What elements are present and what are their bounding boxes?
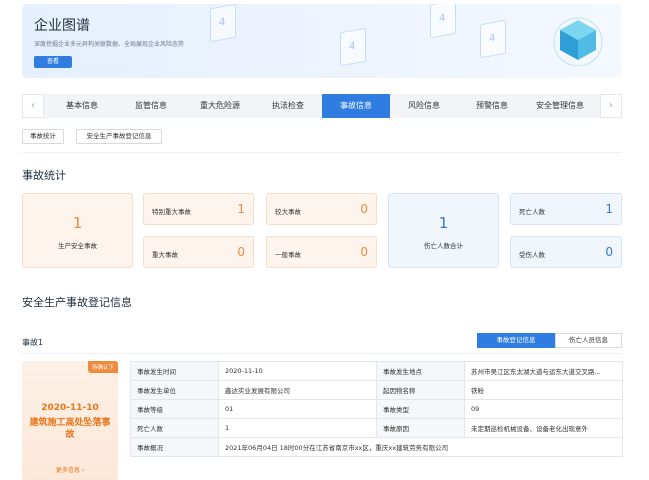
total-casualties-value: 1: [438, 214, 449, 232]
tab-prev-arrow-icon[interactable]: ‹: [22, 94, 44, 118]
stat-label: 重大事故: [152, 251, 178, 259]
stat-value: 0: [360, 202, 368, 216]
tab-major-hazard[interactable]: 重大危险源: [186, 94, 254, 118]
subtab-accident-stats[interactable]: 事故统计: [22, 129, 64, 144]
registry-section-title: 安全生产事故登记信息: [22, 296, 132, 309]
stat-label: 受伤人数: [519, 251, 545, 259]
table-value: 铁粉: [464, 380, 623, 400]
stat-value: 1: [605, 202, 613, 216]
accident-date: 2020-11-10: [41, 403, 99, 413]
table-row: 事故发生单位 鑫达实业发展有限公司 起因物名称 铁粉: [130, 380, 623, 400]
total-casualties-label: 伤亡人数合计: [424, 242, 463, 250]
stat-card-total-casualties: 1 伤亡人数合计: [388, 193, 499, 268]
divider: [22, 353, 622, 354]
stat-card-general: 一般事故 0: [266, 236, 377, 268]
table-value: 01: [218, 399, 377, 419]
table-key: 事故等级: [130, 399, 219, 419]
accident-name: 建筑施工高处坠落事故: [29, 418, 111, 440]
table-key: 事故发生时间: [130, 361, 219, 381]
table-value: 未定期巡检机械设备、设备老化出现意外: [464, 418, 623, 438]
decorative-card-icon: 4: [340, 27, 366, 67]
table-key: 事故类型: [376, 399, 465, 419]
table-key: 事故发生地点: [376, 361, 465, 381]
stat-label: 一般事故: [275, 251, 301, 259]
total-accidents-value: 1: [72, 214, 83, 232]
table-key: 起因物名称: [376, 380, 465, 400]
tab-next-arrow-icon[interactable]: ›: [600, 94, 622, 118]
toggle-accident-registry[interactable]: 事故登记信息: [477, 333, 555, 348]
tab-basic-info[interactable]: 基本信息: [48, 94, 116, 118]
banner-view-button[interactable]: 查看: [34, 56, 72, 68]
table-key: 事故原因: [376, 418, 465, 438]
more-info-link[interactable]: 更多信息 ›: [22, 465, 118, 474]
banner: 企业图谱 深度挖掘企业多元异构关联数据、全局展现企业风险态势 查看 4 4 4 …: [22, 4, 622, 78]
table-value: 2020-11-10: [218, 361, 377, 381]
tab-risk-info[interactable]: 风险信息: [390, 94, 458, 118]
stat-value: 0: [605, 245, 613, 259]
status-badge: 待确认下: [87, 361, 118, 373]
table-row: 事故概况 2021年06月04日 18时00分在江苏省南京市xx区，重庆xx建筑…: [130, 437, 623, 457]
stat-card-larger: 较大事故 0: [266, 193, 377, 225]
stat-card-injuries: 受伤人数 0: [510, 236, 622, 268]
banner-title: 企业图谱: [34, 18, 90, 34]
divider: [22, 152, 622, 153]
stats-section-title: 事故统计: [22, 169, 66, 182]
accident-detail-table: 事故发生时间 2020-11-10 事故发生地点 苏州市吴江区东太湖大道与运东大…: [130, 361, 623, 457]
table-value: 2021年06月04日 18时00分在江苏省南京市xx区，重庆xx建筑劳务有限公…: [218, 437, 623, 457]
tab-warning-info[interactable]: 预警信息: [458, 94, 526, 118]
stat-label: 死亡人数: [519, 208, 545, 216]
stat-card-deaths: 死亡人数 1: [510, 193, 622, 225]
toggle-casualty-info[interactable]: 伤亡人员信息: [555, 333, 622, 348]
tab-enforcement[interactable]: 执法检查: [254, 94, 322, 118]
decorative-card-icon: 4: [480, 19, 506, 59]
table-value: 09: [464, 399, 623, 419]
stat-label: 较大事故: [275, 208, 301, 216]
total-accidents-label: 生产安全事故: [58, 242, 97, 250]
table-value: 1: [218, 418, 377, 438]
table-key: 事故发生单位: [130, 380, 219, 400]
table-value: 苏州市吴江区东太湖大道与运东大道交叉路...: [464, 361, 623, 381]
decorative-card-icon: 4: [430, 4, 456, 39]
stat-label: 特别重大事故: [152, 208, 191, 216]
table-key: 事故概况: [130, 437, 219, 457]
cube-icon: [553, 17, 603, 66]
stat-card-major: 重大事故 0: [143, 236, 254, 268]
tab-bar: ‹ 基本信息 监管信息 重大危险源 执法检查 事故信息 风险信息 预警信息 安全…: [22, 94, 622, 118]
table-row: 事故等级 01 事故类型 09: [130, 399, 623, 419]
accident-summary-card: 待确认下 2020-11-10 建筑施工高处坠落事故 更多信息 ›: [22, 361, 118, 480]
tab-accident-info[interactable]: 事故信息: [322, 94, 390, 118]
stat-card-total-accidents: 1 生产安全事故: [22, 193, 133, 268]
accident-label: 事故1: [22, 338, 44, 347]
table-row: 事故发生时间 2020-11-10 事故发生地点 苏州市吴江区东太湖大道与运东大…: [130, 361, 623, 381]
decorative-card-icon: 4: [210, 4, 236, 43]
tab-supervision-info[interactable]: 监管信息: [117, 94, 185, 118]
stat-card-extra-major: 特别重大事故 1: [143, 193, 254, 225]
table-row: 死亡人数 1 事故原因 未定期巡检机械设备、设备老化出现意外: [130, 418, 623, 438]
banner-subtitle: 深度挖掘企业多元异构关联数据、全局展现企业风险态势: [34, 41, 185, 48]
stat-value: 1: [237, 202, 245, 216]
stat-value: 0: [237, 245, 245, 259]
tab-safety-management[interactable]: 安全管理信息: [526, 94, 594, 118]
stat-value: 0: [360, 245, 368, 259]
subtab-accident-registry[interactable]: 安全生产事故登记信息: [76, 129, 162, 144]
table-key: 死亡人数: [130, 418, 219, 438]
table-value: 鑫达实业发展有限公司: [218, 380, 377, 400]
